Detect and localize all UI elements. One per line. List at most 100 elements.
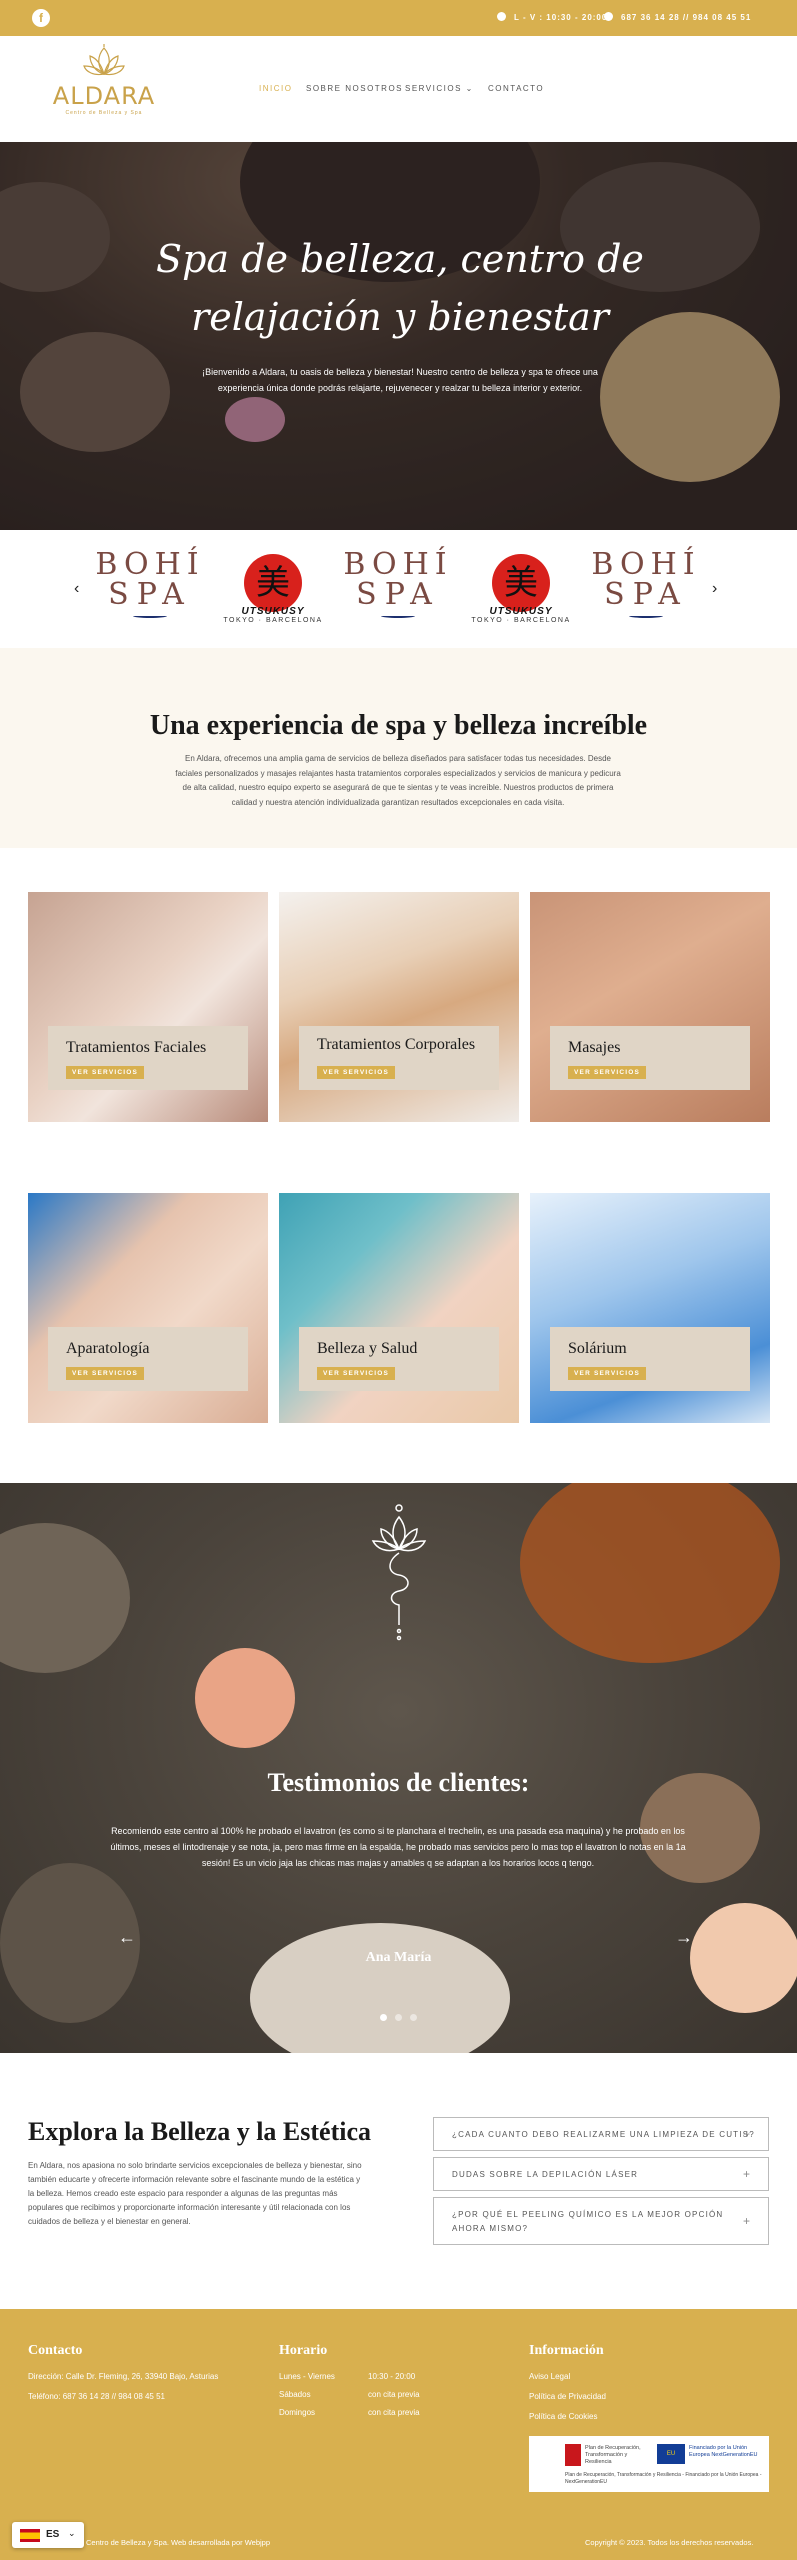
explore-section: Explora la Belleza y la Estética En Alda… [0, 2053, 797, 2309]
facebook-icon[interactable]: f [32, 9, 50, 27]
brand-bohi-line1: BOHÍ [95, 547, 205, 582]
logo-wordmark: ALDARA [52, 82, 156, 110]
top-bar: f L - V : 10:30 - 20:00 687 36 14 28 // … [0, 0, 797, 36]
footer-hours-day: Lunes - Viernes [279, 2372, 335, 2381]
service-card-box: Masajes VER SERVICIOS [550, 1026, 750, 1090]
eu-flag-icon: EU [657, 2444, 685, 2464]
testimonial-author: Ana María [365, 1950, 432, 1965]
eu-funding-banner: Plan de Recuperación, Transformación y R… [529, 2436, 769, 2492]
ver-servicios-button[interactable]: VER SERVICIOS [66, 1066, 145, 1079]
footer-link-privacidad[interactable]: Política de Privacidad [529, 2391, 606, 2403]
testimonials-title: Testimonios de clientes: [267, 1768, 530, 1797]
footer-hours-time: con cita previa [368, 2408, 420, 2417]
service-card-title: Aparatología [66, 1340, 150, 1357]
service-card-title: Masajes [568, 1039, 621, 1056]
phone-numbers[interactable]: 687 36 14 28 // 984 08 45 51 [604, 12, 751, 22]
brand-utsukusy-emblem: 美 [492, 554, 550, 612]
footer-address: Dirección: Calle Dr. Fleming, 26, 33940 … [28, 2372, 219, 2381]
testimonial-candle [195, 1648, 295, 1748]
brand-bohi-line2: SPA [356, 577, 440, 612]
service-card-title: Tratamientos Corporales [317, 1036, 476, 1053]
footer-hours-day: Domingos [279, 2408, 316, 2417]
footer-hours-time: con cita previa [368, 2390, 420, 2399]
service-card-box: Aparatología VER SERVICIOS [48, 1327, 248, 1391]
faq-question: ¿CADA CUANTO DEBO REALIZARME UNA LIMPIEZ… [452, 2130, 755, 2139]
faq-question: DUDAS SOBRE LA DEPILACIÓN LÁSER [452, 2170, 639, 2179]
testimonial-dot[interactable] [380, 2014, 387, 2021]
chevron-down-icon: ⌄ [465, 84, 474, 93]
nav-sobre-nosotros[interactable]: SOBRE NOSOTROS [306, 84, 403, 93]
brand-utsukusy: 美 UTSUKUSY TOKYO · BARCELONA [461, 554, 581, 624]
service-card-aparatologia[interactable]: Aparatología VER SERVICIOS [28, 1193, 268, 1423]
phone-icon [604, 12, 613, 21]
testimonial-quote: Recomiendo este centro al 100% he probad… [110, 1826, 686, 1868]
brand-utsukusy-emblem: 美 [244, 554, 302, 612]
nav-servicios[interactable]: SERVICIOS ⌄ [405, 84, 474, 93]
footer-info-title: Información [529, 2343, 604, 2358]
unalome-lotus-icon [371, 1504, 427, 1641]
logo[interactable]: ALDARA Centro de Belleza y Spa [44, 44, 164, 140]
ver-servicios-button[interactable]: VER SERVICIOS [317, 1367, 396, 1380]
spain-recovery-plan-logo [565, 2444, 581, 2466]
ver-servicios-button[interactable]: VER SERVICIOS [66, 1367, 145, 1380]
carousel-next-arrow-icon[interactable]: › [712, 580, 717, 598]
experience-text: En Aldara, ofrecemos una amplia gama de … [175, 754, 621, 807]
carousel-prev-arrow-icon[interactable]: ‹ [74, 580, 79, 598]
site-footer: Contacto Dirección: Calle Dr. Fleming, 2… [0, 2309, 797, 2560]
faq-item[interactable]: ¿CADA CUANTO DEBO REALIZARME UNA LIMPIEZ… [433, 2117, 769, 2151]
brand-bohi-line2: SPA [604, 577, 688, 612]
brand-utsukusy: 美 UTSUKUSY TOKYO · BARCELONA [213, 554, 333, 624]
service-card-tratamientos-faciales[interactable]: Tratamientos Faciales VER SERVICIOS [28, 892, 268, 1122]
logo-tagline: Centro de Belleza y Spa [65, 110, 143, 116]
brand-utsukusy-city: TOKYO · BARCELONA [223, 617, 323, 624]
footer-phones[interactable]: Teléfono: 687 36 14 28 // 984 08 45 51 [28, 2391, 165, 2403]
service-card-box: Solárium VER SERVICIOS [550, 1327, 750, 1391]
brand-utsukusy-city: TOKYO · BARCELONA [471, 617, 571, 624]
testimonial-next-arrow-icon[interactable]: → [675, 1927, 693, 1948]
language-selector[interactable]: ES ⌄ [12, 2522, 84, 2548]
service-card-belleza-y-salud[interactable]: Belleza y Salud VER SERVICIOS [279, 1193, 519, 1423]
plus-icon[interactable]: + [743, 2167, 750, 2181]
brand-bohi-line2: SPA [108, 577, 192, 612]
language-code: ES [46, 2529, 60, 2540]
footer-link-aviso-legal[interactable]: Aviso Legal [529, 2371, 570, 2383]
testimonial-flowers [520, 1483, 780, 1663]
faq-item[interactable]: ¿POR QUÉ EL PEELING QUÍMICO ES LA MEJOR … [433, 2197, 769, 2245]
service-card-title: Belleza y Salud [317, 1340, 418, 1357]
chevron-down-icon: ⌄ [68, 2528, 76, 2538]
eu-plan-label: Plan de Recuperación, Transformación y R… [585, 2445, 641, 2465]
lotus-logo-icon [83, 44, 125, 76]
testimonial-dot[interactable] [395, 2014, 402, 2021]
ver-servicios-button[interactable]: VER SERVICIOS [568, 1367, 647, 1380]
brand-wave-icon [381, 614, 415, 618]
brands-carousel: ‹ BOHÍ SPA 美 UTSUKUSY TOKYO · BARCELONA … [0, 530, 797, 648]
brand-bohi-line1: BOHÍ [343, 547, 453, 582]
faq-item[interactable]: DUDAS SOBRE LA DEPILACIÓN LÁSER + [433, 2157, 769, 2191]
footer-copyright: Copyright © 2023. Todos los derechos res… [585, 2538, 754, 2547]
service-card-title: Tratamientos Faciales [66, 1039, 207, 1056]
service-card-title: Solárium [568, 1340, 627, 1357]
nav-inicio[interactable]: INICIO [259, 84, 292, 93]
service-card-masajes[interactable]: Masajes VER SERVICIOS [530, 892, 770, 1122]
plus-icon[interactable]: + [743, 2214, 750, 2228]
ver-servicios-button[interactable]: VER SERVICIOS [568, 1066, 647, 1079]
service-card-solarium[interactable]: Solárium VER SERVICIOS [530, 1193, 770, 1423]
footer-hours-day: Sábados [279, 2390, 311, 2399]
footer-credit: Centro de Belleza y Spa. Web desarrollad… [86, 2538, 270, 2547]
plus-icon[interactable]: + [743, 2127, 750, 2141]
brand-utsukusy-name: UTSUKUSY [489, 606, 553, 617]
explore-title: Explora la Belleza y la Estética [28, 2117, 372, 2146]
ver-servicios-button[interactable]: VER SERVICIOS [317, 1066, 396, 1079]
brand-wave-icon [629, 614, 663, 618]
service-card-tratamientos-corporales[interactable]: Tratamientos Corporales VER SERVICIOS [279, 892, 519, 1122]
testimonial-prev-arrow-icon[interactable]: ← [118, 1927, 136, 1948]
spain-flag-icon [20, 2529, 40, 2542]
brand-bohi-spa: BOHÍ SPA [90, 550, 210, 618]
testimonial-dots [376, 2008, 421, 2026]
brand-wave-icon [133, 614, 167, 618]
experience-section: Una experiencia de spa y belleza increíb… [0, 648, 797, 848]
footer-link-cookies[interactable]: Política de Cookies [529, 2411, 597, 2423]
testimonial-dot[interactable] [410, 2014, 417, 2021]
nav-contacto[interactable]: CONTACTO [488, 84, 544, 93]
hero-text: ¡Bienvenido a Aldara, tu oasis de bellez… [202, 367, 598, 393]
